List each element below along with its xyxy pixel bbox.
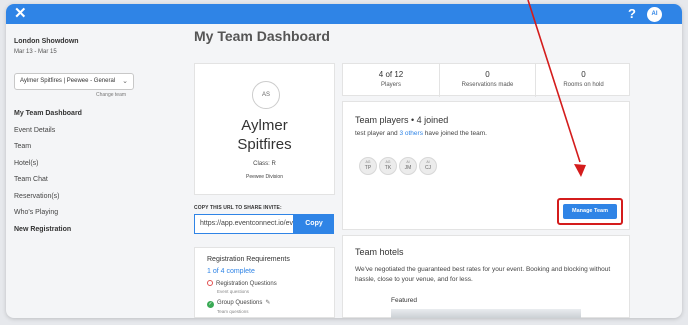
chip-abbr: JM — [404, 165, 412, 171]
chip-initials: AG — [385, 160, 391, 164]
pencil-icon[interactable]: ✎ — [265, 300, 270, 306]
sidebar-item-new-registration[interactable]: New Registration — [14, 222, 82, 239]
team-avatar: AS — [252, 81, 280, 109]
incomplete-icon — [207, 280, 213, 286]
sidebar-item-hotels[interactable]: Hotel(s) — [14, 156, 82, 173]
stat-reservations: 0 Reservations made — [439, 64, 535, 97]
players-title: Team players • 4 joined — [355, 115, 449, 125]
requirements-progress[interactable]: 1 of 4 complete — [207, 268, 255, 275]
stat-label: Rooms on hold — [563, 82, 604, 88]
manage-team-highlight: Manage Team — [557, 198, 623, 225]
team-name-line2: Spitfires — [237, 136, 292, 153]
player-chip[interactable]: AG TP — [359, 157, 377, 175]
team-players-card: Team players • 4 joined test player and … — [342, 101, 630, 230]
requirement-sub: Team questions — [217, 309, 249, 314]
requirement-label: Group Questions — [217, 300, 263, 306]
team-hotels-card: Team hotels We've negotiated the guarant… — [342, 235, 630, 318]
invite-label: COPY THIS URL TO SHARE INVITE: — [194, 205, 282, 211]
manage-team-button[interactable]: Manage Team — [563, 204, 617, 219]
chip-abbr: TK — [384, 165, 392, 171]
stat-label: Players — [380, 82, 401, 88]
chip-initials: AI — [426, 160, 430, 164]
sidebar-item-event-details[interactable]: Event Details — [14, 123, 82, 140]
sidebar-item-whos-playing[interactable]: Who's Playing — [14, 205, 82, 222]
check-icon: ✓ — [207, 301, 214, 308]
team-card: AS Aylmer Spitfires Class: R Peewee Divi… — [194, 63, 335, 195]
player-chip[interactable]: AI JM — [399, 157, 417, 175]
copy-button[interactable]: Copy — [294, 214, 334, 234]
page-title: My Team Dashboard — [194, 28, 330, 44]
stat-label: Reservations made — [461, 82, 514, 88]
team-select[interactable]: Aylmer Spitfires | Peewee - General ⌄ — [14, 73, 134, 90]
team-division: Peewee Division — [246, 174, 283, 180]
stats-card: 4 of 12 Players 0 Reservations made 0 Ro… — [342, 63, 631, 97]
requirement-item[interactable]: Registration Questions — [207, 280, 277, 287]
sidebar-nav: My Team Dashboard Event Details Team Hot… — [14, 106, 82, 238]
team-class: Class: R — [253, 161, 276, 167]
hotels-title: Team hotels — [355, 247, 404, 257]
requirement-sub: Event questions — [217, 289, 250, 294]
help-icon[interactable]: ? — [626, 6, 638, 22]
event-dates: Mar 13 - Mar 15 — [14, 49, 57, 55]
requirements-title: Registration Requirements — [207, 256, 290, 263]
change-team-link[interactable]: Change team — [96, 92, 126, 98]
chip-abbr: CJ — [424, 165, 432, 171]
user-avatar[interactable]: AI — [647, 7, 662, 22]
stat-players: 4 of 12 Players — [343, 64, 439, 97]
sidebar: London Showdown Mar 13 - Mar 15 Aylmer S… — [6, 24, 146, 318]
requirement-item[interactable]: ✓ Group Questions ✎ — [207, 299, 270, 308]
stat-rooms: 0 Rooms on hold — [535, 64, 631, 97]
chip-abbr: TP — [364, 165, 372, 171]
sidebar-item-dashboard[interactable]: My Team Dashboard — [14, 106, 82, 123]
featured-label: Featured — [391, 297, 418, 304]
player-chip[interactable]: AG TK — [379, 157, 397, 175]
players-summary: test player and 3 others have joined the… — [355, 130, 487, 137]
team-select-value: Aylmer Spitfires | Peewee - General — [20, 78, 116, 84]
others-link[interactable]: 3 others — [399, 130, 423, 137]
event-name: London Showdown — [14, 38, 79, 45]
sidebar-item-team[interactable]: Team — [14, 139, 82, 156]
chip-initials: AG — [365, 160, 371, 164]
requirement-label: Registration Questions — [216, 281, 277, 287]
chevron-down-icon: ⌄ — [122, 78, 128, 85]
team-name-line1: Aylmer — [241, 117, 288, 134]
stat-value: 4 of 12 — [378, 70, 404, 79]
featured-hotel-image[interactable] — [391, 309, 581, 318]
player-chip[interactable]: AI CJ — [419, 157, 437, 175]
sidebar-item-team-chat[interactable]: Team Chat — [14, 172, 82, 189]
top-bar: ✕ ? AI — [6, 4, 682, 24]
hotels-description: We've negotiated the guaranteed best rat… — [355, 266, 611, 283]
requirements-card: Registration Requirements 1 of 4 complet… — [194, 247, 335, 318]
invite-url-field[interactable]: https://app.eventconnect.io/ev — [194, 214, 294, 234]
sidebar-item-reservations[interactable]: Reservation(s) — [14, 189, 82, 206]
players-summary-prefix: test player and — [355, 130, 400, 137]
chip-initials: AI — [406, 160, 410, 164]
close-icon[interactable]: ✕ — [14, 5, 27, 23]
stat-value: 0 — [485, 70, 490, 79]
stat-value: 0 — [581, 70, 586, 79]
players-summary-suffix: have joined the team. — [422, 130, 487, 137]
app-window: ✕ ? AI London Showdown Mar 13 - Mar 15 A… — [6, 4, 682, 318]
